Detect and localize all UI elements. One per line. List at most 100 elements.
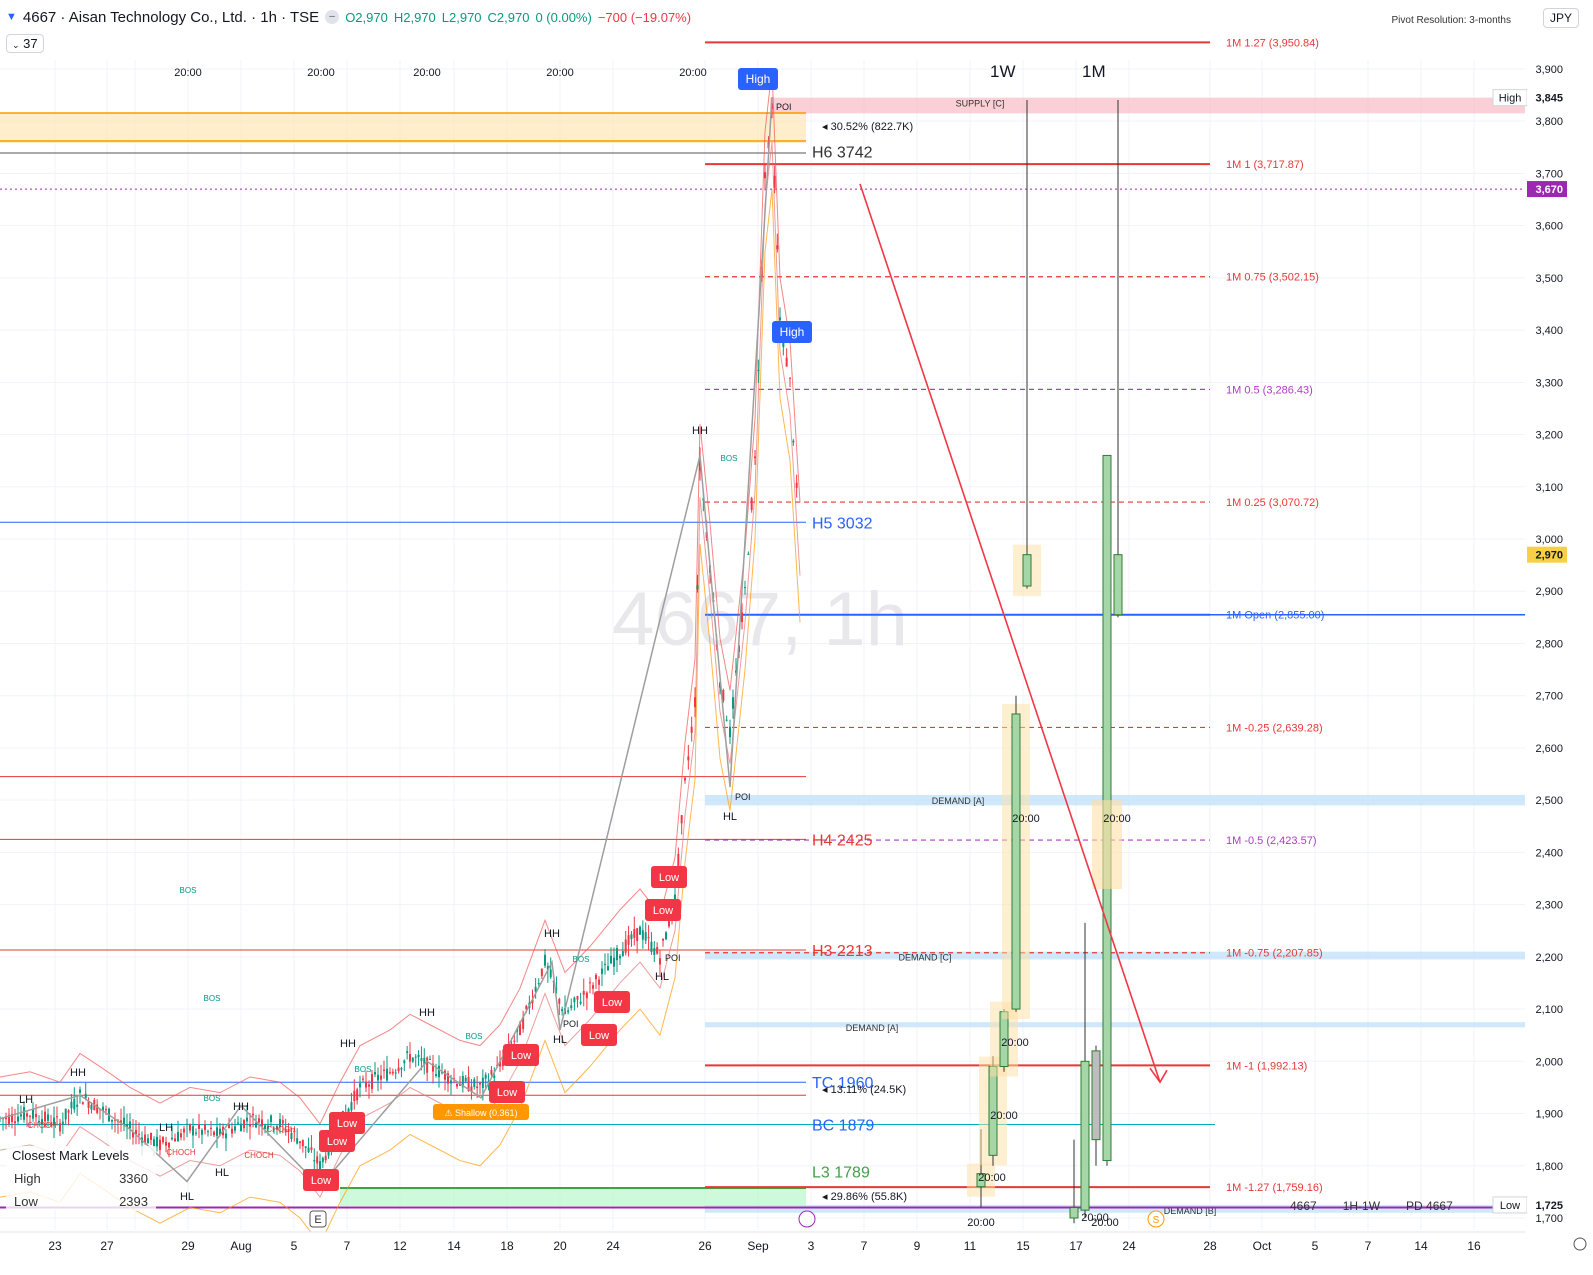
hourly-candle-body xyxy=(601,968,603,974)
h-level-label: BC 1879 xyxy=(812,1118,874,1135)
hourly-candle-body xyxy=(168,1142,170,1148)
price-axis-tick: 3,900 xyxy=(1535,64,1563,76)
price-axis-tick: 2,900 xyxy=(1535,586,1563,598)
hourly-candle-body xyxy=(301,1139,304,1147)
zone-label: SUPPLY [C] xyxy=(956,99,1005,109)
price-chart[interactable]: 4667, 1h SUPPLY [C] DEMAND [A] DEMAND [C] DE… xyxy=(0,0,1593,1275)
hourly-candle-body xyxy=(365,1081,367,1088)
hourly-candle-body xyxy=(304,1146,307,1149)
change-value: 0 (0.00%) xyxy=(535,9,592,25)
hourly-candle-body xyxy=(313,1160,316,1162)
hourly-candle-body xyxy=(481,1077,484,1088)
symbol-title[interactable]: 4667 · Aisan Technology Co., Ltd. · 1h ·… xyxy=(23,9,319,26)
zone-rect xyxy=(770,97,1525,114)
hourly-candle-body xyxy=(64,1108,67,1120)
price-axis-tick: 2,100 xyxy=(1535,1004,1563,1016)
hourly-candle-body xyxy=(570,1005,573,1009)
time-axis-tick: 28 xyxy=(1203,1239,1217,1253)
currency-button[interactable]: JPY xyxy=(1542,8,1579,28)
hourly-candle-body xyxy=(773,175,776,188)
pivot-level-label: 1M 0.75 (3,502.15) xyxy=(1226,272,1319,284)
hourly-candle-body xyxy=(252,1113,254,1116)
hourly-candle-body xyxy=(47,1114,49,1121)
session-time-tick: 20:00 xyxy=(546,67,574,79)
hourly-candle-body xyxy=(653,948,656,955)
price-tag-value: 3,845 xyxy=(1535,93,1563,105)
watermark: 4667, 1h xyxy=(612,577,908,662)
time-axis-tick: 15 xyxy=(1016,1239,1030,1253)
bottom-label: PD 4667 xyxy=(1406,1199,1453,1213)
hourly-candle-body xyxy=(26,1113,28,1117)
hourly-candle-body xyxy=(17,1116,19,1122)
choch-label: CHOCH xyxy=(244,1151,274,1160)
closest-mark-levels-table: Closest Mark Levels High 3360 Low 2393 xyxy=(6,1146,156,1211)
hourly-candle-body xyxy=(779,317,781,321)
hourly-candle-body xyxy=(198,1124,200,1129)
structure-label: HH xyxy=(340,1038,356,1050)
low-tag-label: Low xyxy=(311,1175,331,1187)
hourly-candle-body xyxy=(362,1078,364,1080)
price-axis-tick: 2,600 xyxy=(1535,743,1563,755)
hourly-candle-body xyxy=(665,932,667,940)
hourly-candle-body xyxy=(579,1001,582,1004)
low-tag-label: Low xyxy=(327,1136,347,1148)
hourly-candle-body xyxy=(616,948,618,961)
price-axis-tick: 3,000 xyxy=(1535,534,1563,546)
hide-icon[interactable]: – xyxy=(325,10,340,24)
hourly-candle-body xyxy=(377,1074,379,1081)
volume-pct-annotation: ◂ 13.11% (24.5K) xyxy=(822,1084,906,1096)
hourly-candle-body xyxy=(754,456,756,459)
bos-label: BOS xyxy=(204,994,221,1003)
hourly-candle-body xyxy=(234,1126,236,1131)
legend-row-value: 3360 xyxy=(119,1171,148,1186)
hourly-candle-body xyxy=(764,172,766,179)
hourly-candle-body xyxy=(647,937,650,939)
hourly-candle-body xyxy=(32,1108,34,1119)
hourly-candle-body xyxy=(406,1051,409,1053)
hourly-candle-body xyxy=(296,1138,299,1144)
structure-label: HL xyxy=(553,1034,567,1046)
hourly-candle-body xyxy=(231,1128,233,1134)
indicator-counter[interactable]: ⌄ 37 xyxy=(6,34,44,53)
hourly-candle-body xyxy=(383,1069,385,1072)
pivot-level-label: 1M -1 (1,992.13) xyxy=(1226,1060,1307,1072)
time-axis-tick: 24 xyxy=(1122,1239,1136,1253)
hourly-candle-body xyxy=(444,1070,446,1080)
price-axis-tick: 1,800 xyxy=(1535,1161,1563,1173)
pivot-level-label: 1M -0.75 (2,207.85) xyxy=(1226,948,1323,960)
hourly-candle-body xyxy=(165,1141,167,1146)
collapse-icon[interactable]: ▼ xyxy=(6,11,17,23)
h-level-label: H4 2425 xyxy=(812,832,873,849)
hourly-candle-body xyxy=(417,1054,420,1058)
hourly-candle-body xyxy=(729,726,731,738)
price-tag-value: 2,970 xyxy=(1535,550,1563,562)
hourly-candle-body xyxy=(589,982,591,984)
hourly-candle-body xyxy=(201,1129,203,1135)
hourly-candle-body xyxy=(795,482,798,488)
hourly-candle-body xyxy=(633,929,636,938)
hourly-candle-body xyxy=(347,1108,350,1113)
volume-change-value: −700 (−19.07%) xyxy=(597,9,692,25)
hourly-candle-body xyxy=(411,1057,414,1062)
hourly-candle-body xyxy=(549,969,552,978)
hourly-candle-body xyxy=(573,997,576,1003)
hourly-candle-body xyxy=(662,938,664,941)
hourly-candle-body xyxy=(105,1109,107,1111)
candle-time-label: 20:00 xyxy=(990,1110,1018,1122)
hourly-candle-body xyxy=(374,1071,376,1075)
hourly-candle-body xyxy=(484,1074,487,1079)
zone-label: DEMAND [A] xyxy=(932,796,985,806)
h-level-label: H6 3742 xyxy=(812,144,873,161)
h-level-label: L3 1789 xyxy=(812,1165,870,1182)
hourly-candle-body xyxy=(725,719,728,721)
time-axis-tick: Aug xyxy=(230,1239,251,1253)
hourly-candle-body xyxy=(73,1098,76,1110)
price-axis-tick: 2,000 xyxy=(1535,1056,1563,1068)
candle-time-label: 20:00 xyxy=(1001,1037,1029,1049)
hourly-candle-body xyxy=(159,1139,161,1150)
hourly-candle-body xyxy=(582,991,585,995)
price-axis-tick: 2,400 xyxy=(1535,847,1563,859)
price-axis-tick: 3,600 xyxy=(1535,221,1563,233)
hourly-candle-body xyxy=(246,1117,248,1122)
pivot-level-label: 1M 0.5 (3,286.43) xyxy=(1226,384,1313,396)
